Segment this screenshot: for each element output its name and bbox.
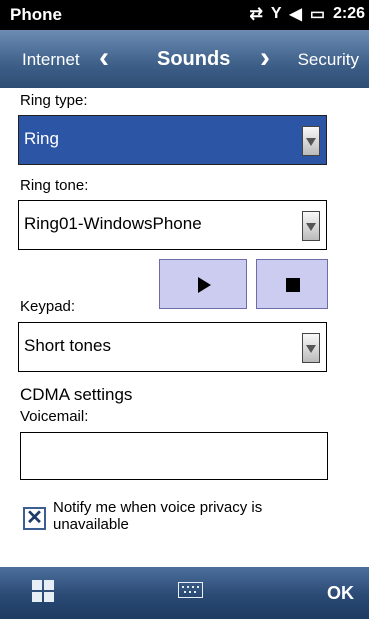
tab-sounds[interactable]: Sounds bbox=[157, 48, 230, 71]
tab-security[interactable]: Security bbox=[298, 50, 359, 70]
voicemail-label: Voicemail: bbox=[20, 408, 89, 425]
ring-type-value: Ring bbox=[24, 129, 59, 148]
data-sync-icon: ⇄ bbox=[249, 6, 263, 23]
app-name: Phone bbox=[10, 5, 62, 24]
keypad-label: Keypad: bbox=[20, 298, 76, 315]
play-button[interactable] bbox=[159, 259, 247, 309]
chevron-right-icon[interactable]: › bbox=[260, 43, 270, 73]
ring-tone-value: Ring01-WindowsPhone bbox=[24, 214, 202, 233]
status-icons: ⇄ Y ◀ ▭ 2:26 bbox=[249, 4, 365, 24]
voicemail-input[interactable] bbox=[20, 432, 328, 480]
ring-type-select[interactable]: Ring bbox=[18, 115, 327, 165]
keypad-select[interactable]: Short tones bbox=[18, 322, 327, 372]
windows-start-icon[interactable] bbox=[32, 580, 54, 602]
status-bar: Phone ⇄ Y ◀ ▭ 2:26 bbox=[0, 0, 369, 30]
bottom-bar: OK bbox=[0, 567, 369, 619]
ok-button[interactable]: OK bbox=[327, 583, 354, 604]
battery-icon: ▭ bbox=[309, 6, 325, 23]
stop-icon bbox=[286, 278, 300, 292]
play-icon bbox=[198, 277, 211, 293]
ring-tone-label: Ring tone: bbox=[20, 177, 89, 194]
ring-tone-select[interactable]: Ring01-WindowsPhone bbox=[18, 200, 327, 250]
voice-privacy-checkbox[interactable]: ✕ bbox=[23, 507, 46, 530]
dropdown-arrow-icon[interactable] bbox=[302, 211, 320, 241]
signal-icon: Y bbox=[270, 5, 282, 22]
ring-type-label: Ring type: bbox=[20, 92, 88, 109]
stop-button[interactable] bbox=[256, 259, 328, 309]
tab-internet[interactable]: Internet bbox=[22, 50, 80, 70]
tab-bar: Internet ‹ Sounds › Security bbox=[0, 30, 369, 88]
dropdown-arrow-icon[interactable] bbox=[302, 126, 320, 156]
voice-privacy-label: Notify me when voice privacy is unavaila… bbox=[53, 499, 263, 533]
chevron-left-icon[interactable]: ‹ bbox=[99, 43, 109, 73]
cdma-settings-heading: CDMA settings bbox=[20, 385, 133, 404]
keypad-value: Short tones bbox=[24, 336, 111, 355]
volume-icon: ◀ bbox=[289, 6, 302, 23]
dropdown-arrow-icon[interactable] bbox=[302, 333, 320, 363]
keyboard-icon[interactable] bbox=[178, 582, 203, 598]
clock: 2:26 bbox=[332, 5, 365, 22]
